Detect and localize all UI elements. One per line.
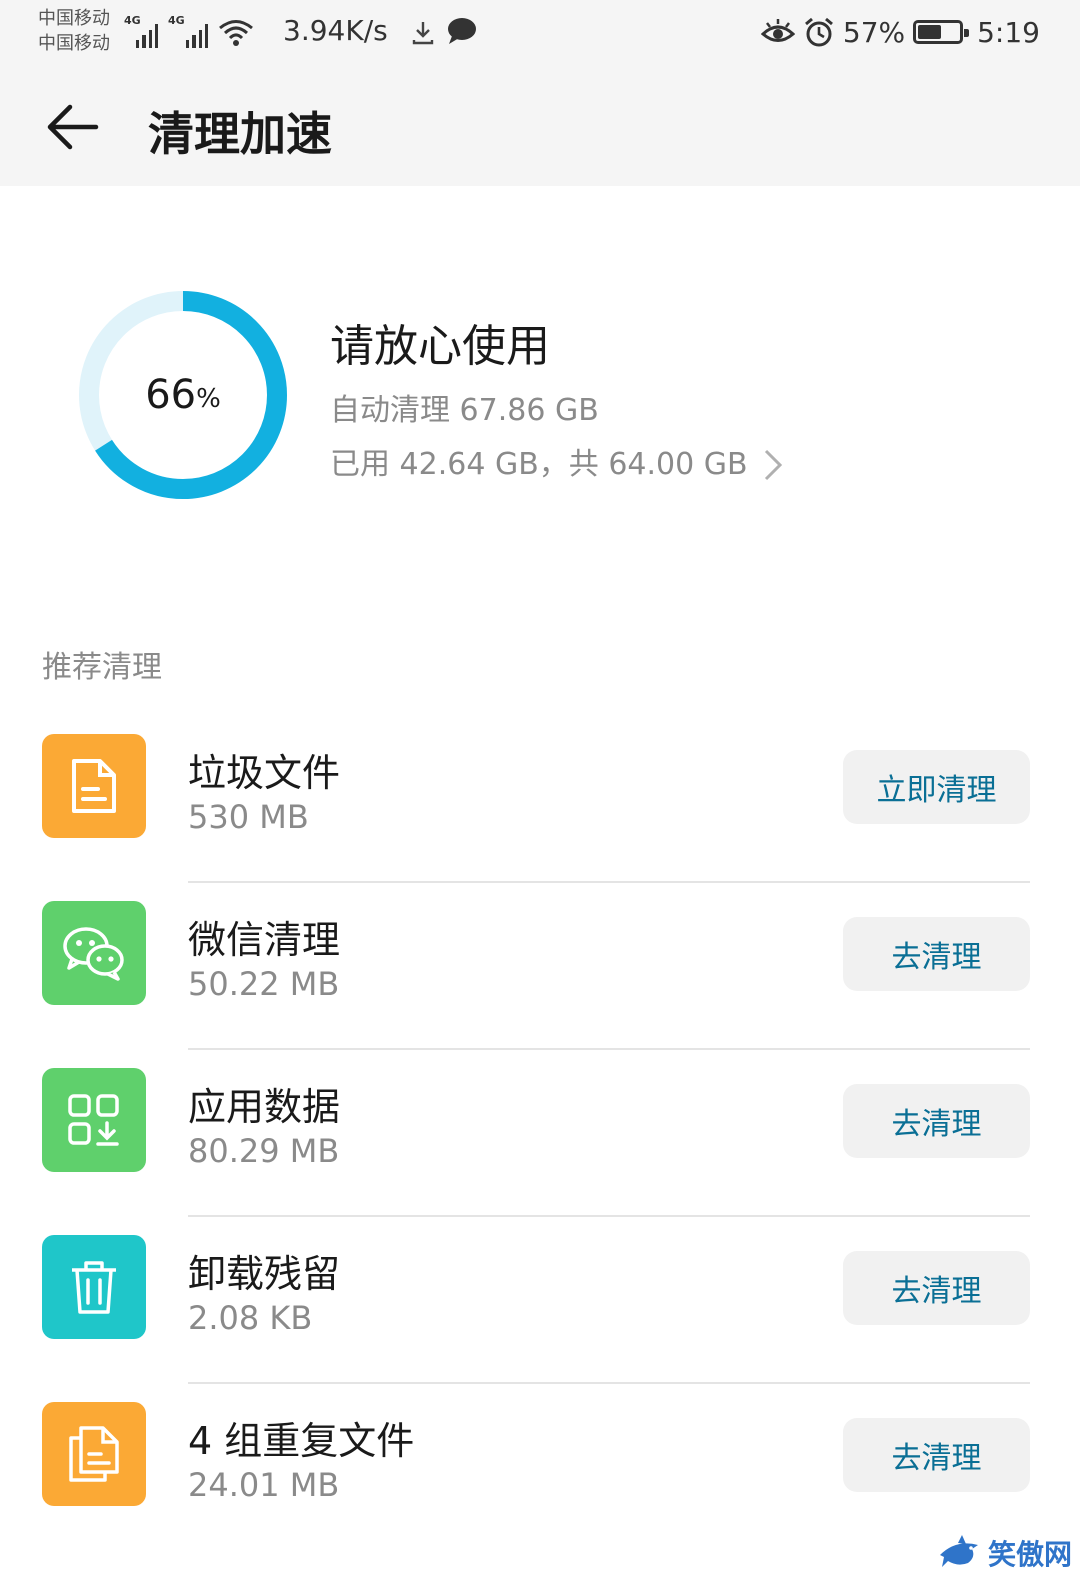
network-type-1: 4G: [124, 14, 141, 27]
clean-now-button[interactable]: 立即清理: [843, 750, 1030, 824]
battery-percent: 57%: [842, 15, 906, 49]
watermark-text: 笑傲网: [987, 1538, 1072, 1571]
chevron-right-icon: [764, 449, 782, 481]
carrier-info: 中国移动 中国移动: [38, 6, 110, 56]
battery-icon: [913, 20, 970, 44]
app-data-tile: [42, 1068, 146, 1172]
item-size: 2.08 KB: [188, 1299, 313, 1337]
storage-ring: 66%: [78, 290, 288, 500]
item-size: 50.22 MB: [188, 965, 340, 1003]
signal-icon: 4G: [124, 14, 158, 48]
section-header: 推荐清理: [42, 650, 162, 685]
storage-percent-unit: %: [196, 384, 221, 414]
item-size: 530 MB: [188, 798, 309, 836]
uninstall-residue-tile: [42, 1235, 146, 1339]
battery-fill: [918, 25, 942, 39]
item-name: 4 组重复文件: [188, 1419, 415, 1463]
shark-logo-icon: [939, 1535, 978, 1567]
back-arrow-icon[interactable]: [44, 102, 100, 152]
message-icon: [448, 18, 476, 44]
junk-files-tile: [42, 734, 146, 838]
wechat-tile: [42, 901, 146, 1005]
status-right: 57% 5:19: [760, 12, 1040, 52]
page-title: 清理加速: [148, 107, 332, 161]
main-content: 66% 请放心使用 自动清理 67.86 GB 已用 42.64 GB，共 64…: [0, 186, 1080, 1581]
status-bar: 中国移动 中国移动 4G 4G 3.94K/s 57% 5:19: [0, 0, 1080, 66]
trash-icon: [72, 1261, 116, 1314]
clean-list: 垃圾文件 530 MB 立即清理 微信清理 50.22 MB 去清理 应用数据 …: [0, 716, 1080, 1551]
duplicate-files-icon: [69, 1426, 119, 1482]
storage-summary: 请放心使用 自动清理 67.86 GB 已用 42.64 GB，共 64.00 …: [330, 310, 784, 492]
summary-title: 请放心使用: [330, 321, 550, 372]
go-clean-button[interactable]: 去清理: [843, 1251, 1030, 1325]
carrier-1: 中国移动: [38, 8, 110, 29]
network-speed: 3.94K/s: [283, 14, 388, 47]
list-item[interactable]: 应用数据 80.29 MB 去清理: [0, 1050, 1080, 1217]
carrier-2: 中国移动: [38, 33, 110, 54]
wifi-icon: [219, 20, 253, 46]
eye-comfort-icon: [760, 19, 795, 42]
signal-icon: 4G: [168, 14, 208, 48]
duplicate-files-tile: [42, 1402, 146, 1506]
title-bar: 清理加速: [0, 66, 1080, 186]
go-clean-button[interactable]: 去清理: [843, 917, 1030, 991]
item-size: 80.29 MB: [188, 1132, 340, 1170]
list-item[interactable]: 微信清理 50.22 MB 去清理: [0, 883, 1080, 1050]
list-item[interactable]: 垃圾文件 530 MB 立即清理: [0, 716, 1080, 883]
storage-percent-value: 66: [145, 372, 197, 418]
signal-group: 4G 4G: [124, 14, 254, 48]
wechat-icon: [63, 927, 124, 981]
auto-clean-text: 自动清理 67.86 GB: [330, 393, 599, 428]
app-data-icon: [68, 1094, 119, 1146]
item-size: 24.01 MB: [188, 1466, 340, 1504]
item-name: 卸载残留: [188, 1252, 341, 1296]
alarm-icon: [804, 17, 833, 47]
list-item[interactable]: 4 组重复文件 24.01 MB 去清理: [0, 1384, 1080, 1551]
item-name: 应用数据: [188, 1085, 341, 1129]
watermark-logo: 笑傲网: [938, 1533, 1072, 1573]
item-name: 微信清理: [188, 918, 341, 962]
storage-usage-link[interactable]: 已用 42.64 GB，共 64.00 GB: [330, 438, 784, 492]
storage-percent: 66%: [78, 290, 288, 500]
go-clean-button[interactable]: 去清理: [843, 1084, 1030, 1158]
storage-usage-text: 已用 42.64 GB，共 64.00 GB: [330, 447, 748, 482]
document-icon: [72, 759, 116, 813]
download-icon: [412, 22, 434, 45]
item-name: 垃圾文件: [188, 751, 341, 795]
go-clean-button[interactable]: 去清理: [843, 1418, 1030, 1492]
list-item[interactable]: 卸载残留 2.08 KB 去清理: [0, 1217, 1080, 1384]
network-type-2: 4G: [168, 14, 185, 27]
clock-time: 5:19: [977, 15, 1040, 49]
